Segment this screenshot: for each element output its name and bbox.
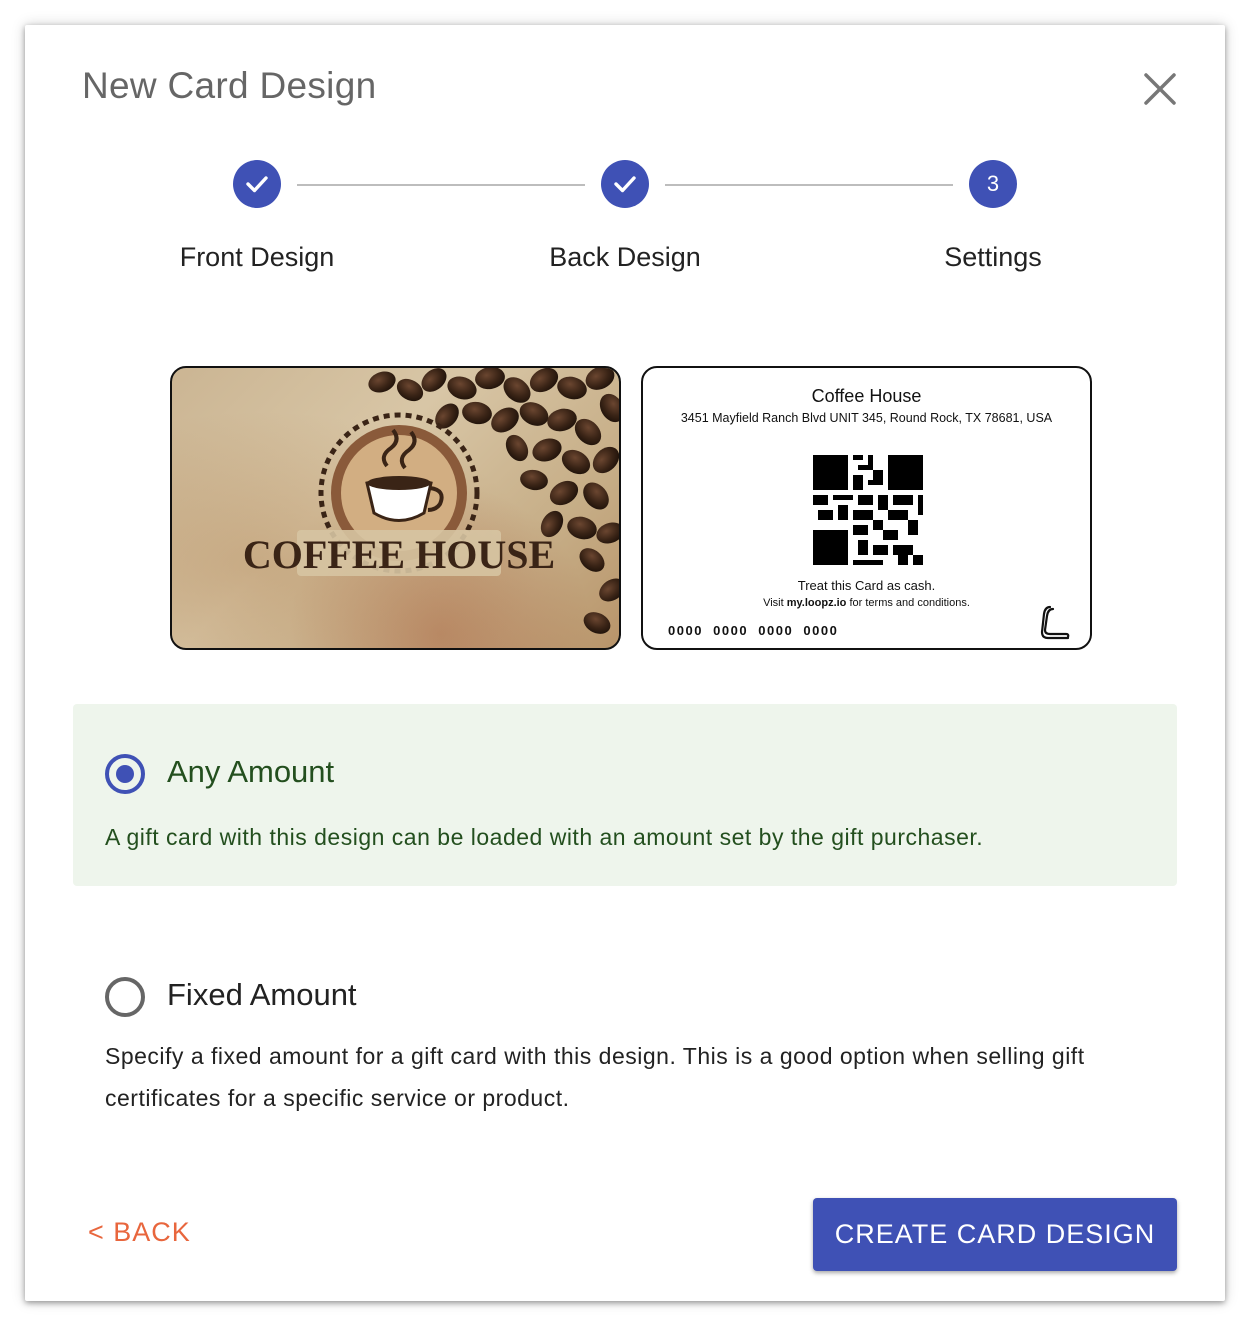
any-amount-radio[interactable] [105,754,145,794]
close-button[interactable] [1140,69,1180,109]
back-button[interactable]: < BACK [88,1217,191,1248]
step-label-settings: Settings [944,242,1042,272]
fixed-amount-radio[interactable] [105,977,145,1017]
option-fixed-amount[interactable]: Fixed Amount Specify a fixed amount for … [73,905,1177,1111]
qr-code-icon [813,455,923,565]
dialog-title: New Card Design [82,65,377,106]
card-back-terms: Visit my.loopz.io for terms and conditio… [643,597,1090,609]
card-back-business-name: Coffee House [811,386,922,406]
card-front-preview: COFFEE HOUSE [170,366,621,650]
any-amount-label: Any Amount [167,754,335,789]
card-back-address: 3451 Mayfield Ranch Blvd UNIT 345, Round… [680,411,1053,425]
card-back-preview: Coffee House 3451 Mayfield Ranch Blvd UN… [641,366,1092,650]
card-back-number: 0000 0000 0000 0000 [668,623,839,638]
step-connector [665,184,953,186]
fixed-amount-description: Specify a fixed amount for a gift card w… [105,1043,1085,1111]
visit-site: my.loopz.io [786,597,847,609]
check-icon [614,176,636,193]
loopz-logo-icon [1040,605,1070,640]
step-settings-indicator: 3 [969,160,1017,208]
step-label-front-design: Front Design [179,242,335,272]
fixed-amount-label: Fixed Amount [167,977,357,1012]
visit-suffix: for terms and conditions. [849,597,970,609]
step-front-design-indicator [233,160,281,208]
step-connector [297,184,585,186]
visit-prefix: Visit [763,597,784,609]
option-any-amount[interactable]: Any Amount A gift card with this design … [73,704,1177,886]
any-amount-description: A gift card with this design can be load… [105,824,984,850]
card-back-cash-notice: Treat this Card as cash. [797,578,936,593]
coffee-beans-image: COFFEE HOUSE [243,368,619,634]
close-icon [1144,73,1176,105]
check-icon [246,176,268,193]
step-label-back-design: Back Design [549,242,701,272]
card-front-logo-text: COFFEE HOUSE [243,532,555,577]
create-card-design-button[interactable]: CREATE CARD DESIGN [813,1198,1177,1271]
step-number: 3 [986,171,1000,196]
new-card-design-dialog: New Card Design 3 Front Design Back Desi… [25,25,1225,1301]
step-back-design-indicator [601,160,649,208]
